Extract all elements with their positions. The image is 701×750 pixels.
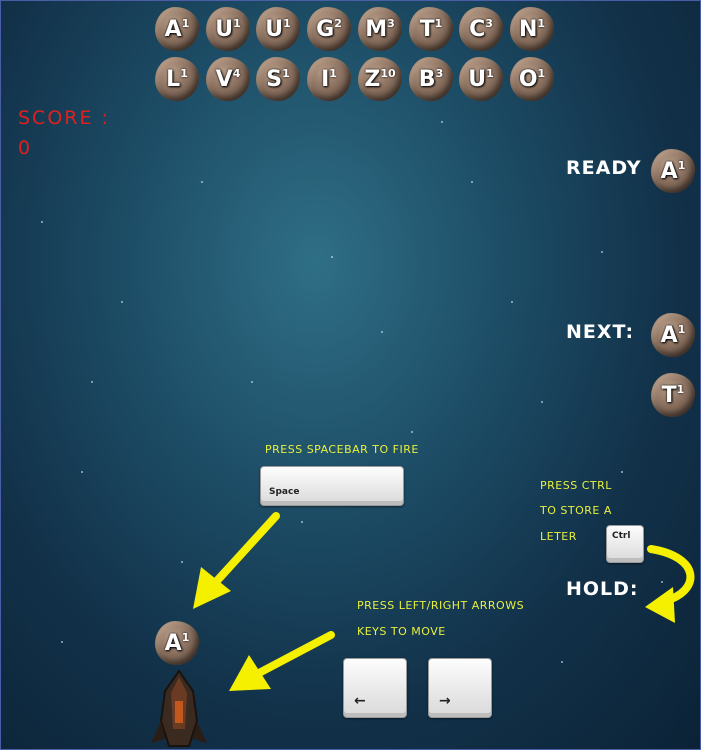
arrow-to-ship: [229, 631, 335, 691]
arrow-to-hold: [645, 545, 695, 623]
game-canvas[interactable]: A1 U1 U1 G2 M3 T1 C3 N1 L1 V4 S1 I1 Z 10 …: [0, 0, 701, 750]
arrow-to-ship-letter: [193, 512, 280, 609]
spaceship[interactable]: [151, 669, 207, 747]
overlay-graphics: [151, 512, 695, 747]
